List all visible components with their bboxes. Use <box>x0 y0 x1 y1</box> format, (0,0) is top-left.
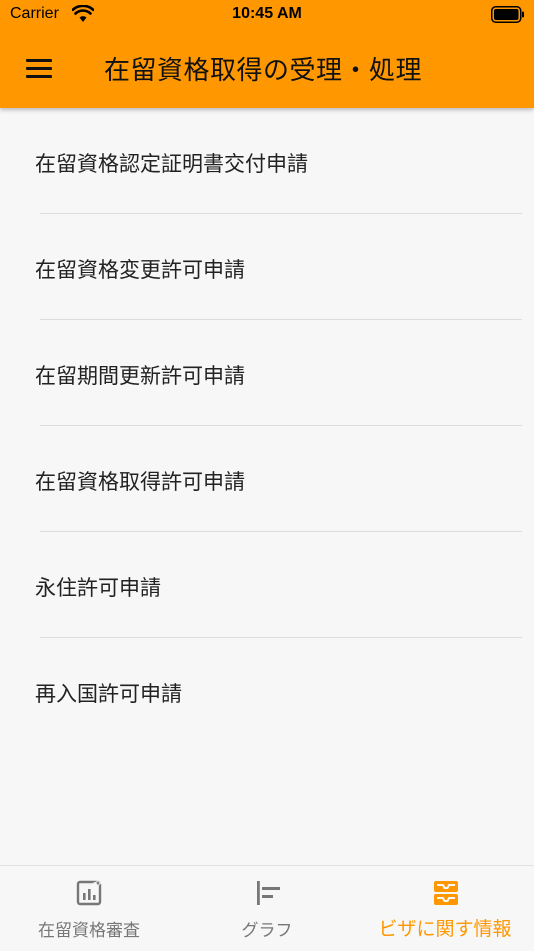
tab-bar: 在留資格審査 グラフ ビザに関す情報 <box>0 865 534 951</box>
bar-chart-horizontal-icon <box>257 881 280 905</box>
list-item-label: 永住許可申請 <box>35 576 161 600</box>
list-item-label: 在留資格認定証明書交付申請 <box>35 152 308 176</box>
tab-visa-review[interactable]: 在留資格審査 <box>0 866 178 951</box>
app-bar: Carrier 10:45 AM 在留資格取得の受理・処理 <box>0 0 534 108</box>
battery-icon <box>491 6 524 23</box>
page-title: 在留資格取得の受理・処理 <box>104 56 423 86</box>
tab-label: 在留資格審査 <box>38 921 140 941</box>
tab-graph[interactable]: グラフ <box>178 866 356 951</box>
hamburger-icon <box>26 59 52 62</box>
tab-label: ビザに関す情報 <box>378 918 512 940</box>
list-item[interactable]: 在留期間更新許可申請 <box>0 320 534 426</box>
chart-icon <box>76 878 104 906</box>
tab-visa-info[interactable]: ビザに関す情報 <box>356 866 534 951</box>
clock: 10:45 AM <box>232 5 302 22</box>
list-item[interactable]: 在留資格取得許可申請 <box>0 426 534 532</box>
list-item-label: 再入国許可申請 <box>35 682 182 706</box>
inbox-icon <box>434 881 458 905</box>
list-item[interactable]: 在留資格変更許可申請 <box>0 214 534 320</box>
list-item[interactable]: 在留資格認定証明書交付申請 <box>0 108 534 214</box>
list-item[interactable]: 再入国許可申請 <box>0 638 534 744</box>
status-bar: Carrier 10:45 AM <box>0 0 534 30</box>
list-item-label: 在留資格取得許可申請 <box>35 470 245 494</box>
tab-label: グラフ <box>241 921 293 941</box>
application-list: 在留資格認定証明書交付申請 在留資格変更許可申請 在留期間更新許可申請 在留資格… <box>0 108 534 744</box>
list-item[interactable]: 永住許可申請 <box>0 532 534 638</box>
list-item-label: 在留資格変更許可申請 <box>35 258 245 282</box>
menu-button[interactable] <box>22 54 58 84</box>
list-item-label: 在留期間更新許可申請 <box>35 364 245 388</box>
